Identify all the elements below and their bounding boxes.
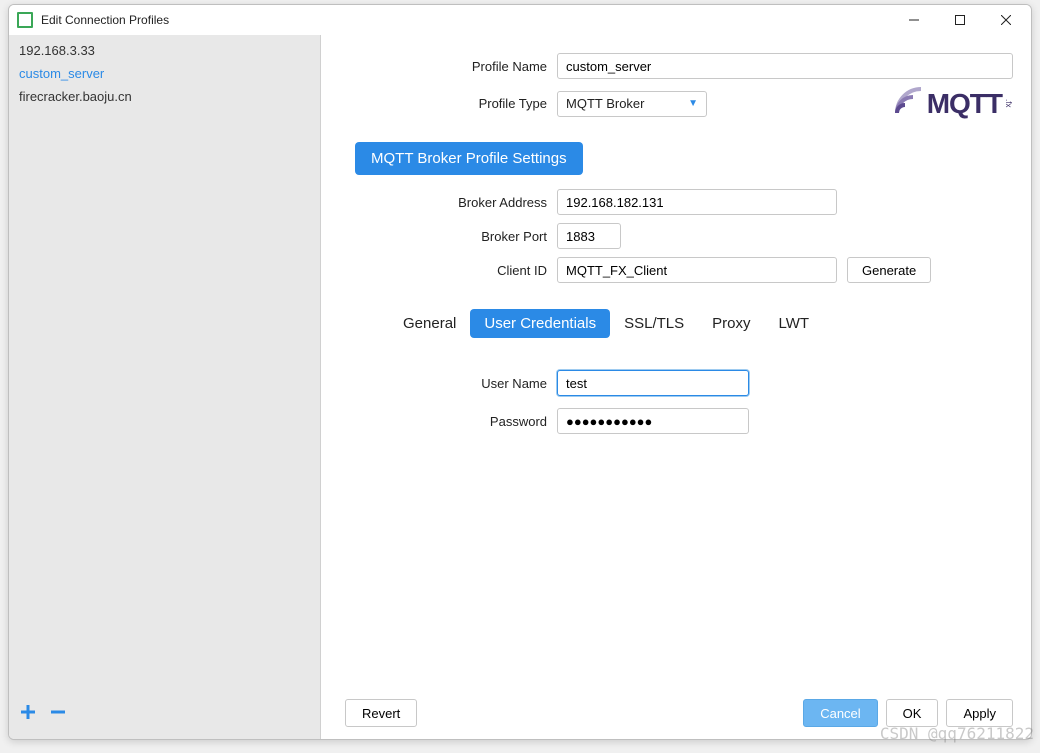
plus-icon <box>19 703 37 721</box>
profile-type-label: Profile Type <box>345 96 557 111</box>
mqtt-arc-icon <box>895 87 925 120</box>
broker-port-label: Broker Port <box>345 229 557 244</box>
profile-item[interactable]: custom_server <box>9 62 320 85</box>
generate-button[interactable]: Generate <box>847 257 931 283</box>
logo-text: MQTT <box>927 88 1002 120</box>
ok-button[interactable]: OK <box>886 699 939 727</box>
titlebar: Edit Connection Profiles <box>9 5 1031 35</box>
client-id-label: Client ID <box>345 263 557 278</box>
username-label: User Name <box>345 376 557 391</box>
profile-item[interactable]: firecracker.baoju.cn <box>9 85 320 108</box>
tab-ssl-tls[interactable]: SSL/TLS <box>610 309 698 338</box>
remove-profile-button[interactable] <box>49 703 67 725</box>
apply-button[interactable]: Apply <box>946 699 1013 727</box>
section-header: MQTT Broker Profile Settings <box>355 142 583 175</box>
minimize-icon <box>909 15 919 25</box>
sub-tabs: General User Credentials SSL/TLS Proxy L… <box>389 309 1013 338</box>
tab-user-credentials[interactable]: User Credentials <box>470 309 610 338</box>
maximize-button[interactable] <box>937 5 983 35</box>
logo-suffix: .fx <box>1004 99 1013 107</box>
tab-lwt[interactable]: LWT <box>764 309 823 338</box>
minimize-button[interactable] <box>891 5 937 35</box>
cancel-button[interactable]: Cancel <box>803 699 877 727</box>
broker-address-label: Broker Address <box>345 195 557 210</box>
profile-name-label: Profile Name <box>345 59 557 74</box>
minus-icon <box>49 703 67 721</box>
revert-button[interactable]: Revert <box>345 699 417 727</box>
profile-type-select[interactable]: MQTT Broker ▼ <box>557 91 707 117</box>
maximize-icon <box>955 15 965 25</box>
sidebar: 192.168.3.33 custom_server firecracker.b… <box>9 35 321 739</box>
dialog-footer: Revert Cancel OK Apply <box>345 691 1013 727</box>
profile-item[interactable]: 192.168.3.33 <box>9 39 320 62</box>
broker-port-input[interactable] <box>557 223 621 249</box>
close-button[interactable] <box>983 5 1029 35</box>
password-input[interactable] <box>557 408 749 434</box>
password-label: Password <box>345 414 557 429</box>
tab-general[interactable]: General <box>389 309 470 338</box>
add-profile-button[interactable] <box>19 703 37 725</box>
profile-name-input[interactable] <box>557 53 1013 79</box>
mqtt-logo: MQTT .fx <box>895 87 1013 120</box>
close-icon <box>1001 15 1011 25</box>
content-panel: Profile Name Profile Type MQTT Broker ▼ … <box>321 35 1031 739</box>
profile-type-value: MQTT Broker <box>566 96 645 111</box>
window-title: Edit Connection Profiles <box>41 13 169 27</box>
dropdown-arrow-icon: ▼ <box>688 98 698 109</box>
tab-proxy[interactable]: Proxy <box>698 309 764 338</box>
username-input[interactable] <box>557 370 749 396</box>
profile-list: 192.168.3.33 custom_server firecracker.b… <box>9 35 320 695</box>
client-id-input[interactable] <box>557 257 837 283</box>
broker-address-input[interactable] <box>557 189 837 215</box>
dialog-window: Edit Connection Profiles 192.168.3.33 cu… <box>8 4 1032 740</box>
app-icon <box>17 12 33 28</box>
